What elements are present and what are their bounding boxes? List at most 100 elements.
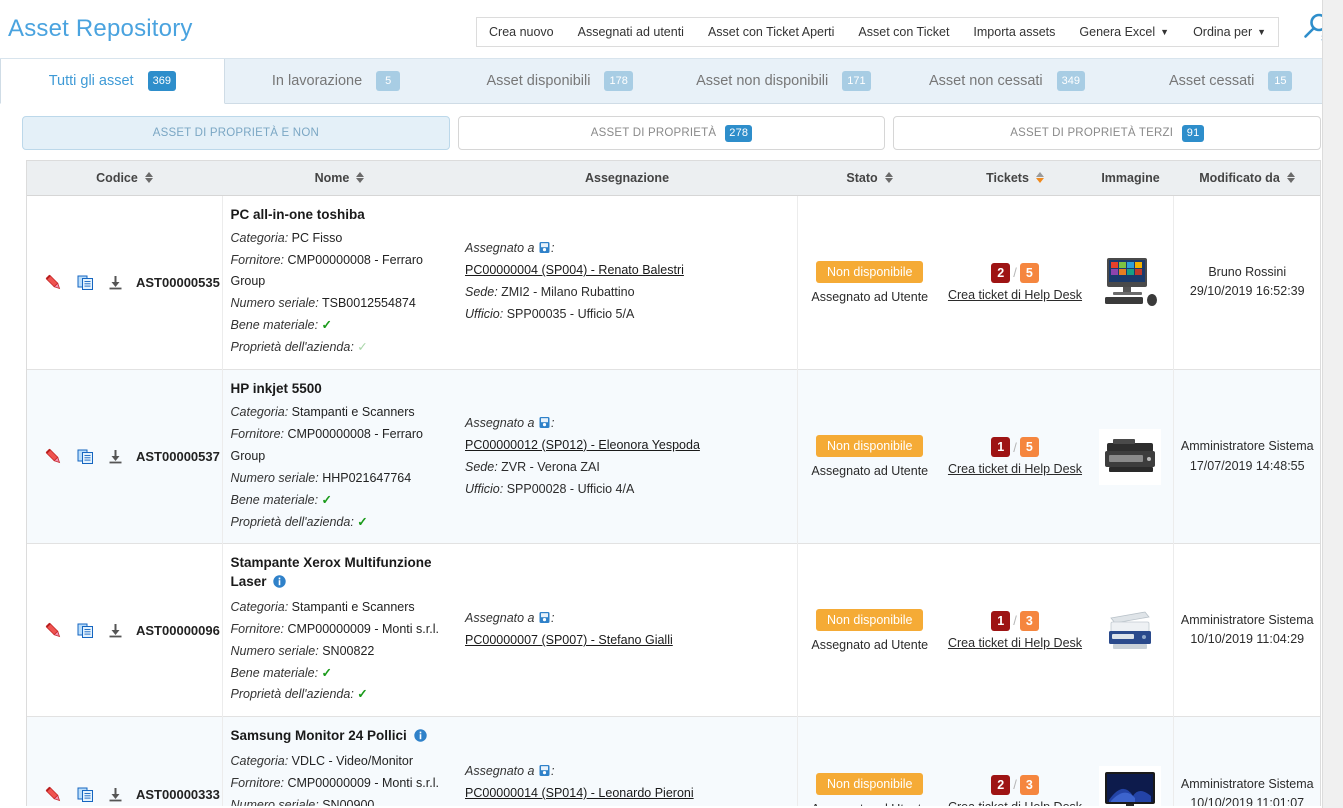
- meta-value-fornitore: CMP00000009 - Monti s.r.l.: [287, 776, 439, 791]
- asset-code: AST00000333: [136, 786, 220, 802]
- cell-nome: HP inkjet 5500 Categoria: Stampanti e Sc…: [222, 369, 457, 543]
- tab-asset-non-cessati[interactable]: Asset non cessati 349: [896, 59, 1120, 103]
- toolbar-importa-assets[interactable]: Importa assets: [961, 18, 1067, 46]
- tab-asset-non-disponibili[interactable]: Asset non disponibili 171: [672, 59, 896, 103]
- toolbar-asset-con-ticket[interactable]: Asset con Ticket: [846, 18, 961, 46]
- modified-at-timestamp: 29/10/2019 16:52:39: [1189, 284, 1305, 299]
- tab-in-lavorazione[interactable]: In lavorazione 5: [225, 59, 449, 103]
- cell-tickets: 2 / 5 Crea ticket di Help Desk: [942, 195, 1088, 369]
- toolbar-asset-con-ticket-aperti[interactable]: Asset con Ticket Aperti: [696, 18, 846, 46]
- tab-asset-disponibili[interactable]: Asset disponibili 178: [448, 59, 672, 103]
- edit-icon[interactable]: [43, 620, 64, 641]
- copy-icon[interactable]: [76, 785, 95, 804]
- cell-codice: AST00000333: [27, 716, 223, 806]
- copy-icon[interactable]: [76, 447, 95, 466]
- asset-name-text: Stampante Xerox Multifunzione Laser: [230, 555, 432, 589]
- toolbar-assegnati-ad-utenti[interactable]: Assegnati ad utenti: [566, 18, 696, 46]
- sort-toggle-tickets[interactable]: [1035, 172, 1044, 184]
- modified-at-timestamp: 10/10/2019 11:04:29: [1190, 632, 1305, 647]
- user-icon: [538, 241, 551, 255]
- column-header-stato[interactable]: Stato: [797, 161, 942, 196]
- tab-label: Tutti gli asset: [48, 73, 134, 89]
- filter-count-badge: 278: [725, 124, 753, 142]
- meta-label-numero-seriale: Numero seriale:: [230, 643, 319, 658]
- edit-icon[interactable]: [43, 784, 64, 805]
- tab-count-badge: 178: [604, 71, 633, 91]
- meta-label-proprieta: Proprietà dell'azienda:: [230, 340, 354, 355]
- assigned-user-link[interactable]: PC00000012 (SP012) - Eleonora Yespoda: [465, 435, 700, 457]
- asset-table: Codice Nome Assegnazione Stato Tickets I…: [27, 161, 1320, 806]
- tickets-separator: /: [1013, 777, 1017, 793]
- create-ticket-link[interactable]: Crea ticket di Help Desk: [948, 636, 1082, 650]
- column-header-modificato-da[interactable]: Modificato da: [1173, 161, 1320, 196]
- asset-meta: Categoria: VDLC - Video/Monitor Fornitor…: [231, 751, 454, 806]
- modified-by-name: Bruno Rossini: [1208, 264, 1287, 279]
- column-label: Modificato da: [1199, 170, 1280, 185]
- sort-toggle-nome[interactable]: [356, 172, 365, 184]
- assigned-user-link[interactable]: PC00000014 (SP014) - Leonardo Pieroni: [465, 783, 694, 805]
- assigned-user-link[interactable]: PC00000007 (SP007) - Stefano Gialli: [465, 630, 673, 652]
- toolbar-genera-excel[interactable]: Genera Excel ▼: [1067, 18, 1181, 46]
- download-icon[interactable]: [107, 786, 124, 803]
- asset-meta: Categoria: Stampanti e Scanners Fornitor…: [231, 597, 454, 706]
- filter-asset-di-proprieta-e-non[interactable]: ASSET DI PROPRIETÀ E NON: [22, 116, 450, 150]
- page-scrollbar[interactable]: [1322, 0, 1343, 808]
- sort-toggle-stato[interactable]: [884, 172, 893, 184]
- cell-tickets: 2 / 3 Crea ticket di Help Desk: [942, 717, 1088, 806]
- cell-assegnazione: Assegnato a : PC00000004 (SP004) - Renat…: [457, 195, 798, 370]
- toolbar-ordina-per[interactable]: Ordina per ▼: [1181, 18, 1278, 46]
- toolbar-crea-nuovo[interactable]: Crea nuovo: [477, 18, 566, 46]
- column-header-nome[interactable]: Nome: [222, 161, 457, 196]
- filter-asset-di-proprieta[interactable]: ASSET DI PROPRIETÀ 278: [457, 116, 886, 150]
- meta-label-categoria: Categoria:: [230, 754, 289, 769]
- copy-icon[interactable]: [76, 621, 95, 640]
- cell-assegnazione: Assegnato a : PC00000007 (SP007) - Stefa…: [457, 543, 798, 717]
- assign-value-ufficio: SPP00028 - Ufficio 4/A: [506, 481, 635, 496]
- tab-label: Asset cessati: [1168, 73, 1255, 89]
- info-icon[interactable]: [413, 729, 427, 747]
- create-ticket-link[interactable]: Crea ticket di Help Desk: [948, 288, 1082, 302]
- edit-icon[interactable]: [43, 272, 64, 293]
- cell-assegnazione: Assegnato a : PC00000012 (SP012) - Eleon…: [457, 369, 798, 544]
- assign-label-ufficio: Ufficio:: [465, 481, 504, 496]
- sort-toggle-modificato-da[interactable]: [1286, 172, 1295, 184]
- download-icon[interactable]: [107, 448, 124, 465]
- column-header-codice[interactable]: Codice: [27, 161, 222, 196]
- column-header-tickets[interactable]: Tickets: [942, 161, 1088, 196]
- assigned-user-link[interactable]: PC00000004 (SP004) - Renato Balestri: [465, 260, 684, 282]
- meta-value-numero-seriale: SN00900: [322, 798, 375, 806]
- tickets-total-badge: 5: [1019, 437, 1039, 458]
- modified-at-timestamp: 17/07/2019 14:48:55: [1189, 458, 1305, 473]
- tab-asset-cessati[interactable]: Asset cessati 15: [1119, 59, 1343, 103]
- download-icon[interactable]: [107, 274, 124, 291]
- download-icon[interactable]: [107, 622, 124, 639]
- tab-label: Asset disponibili: [486, 73, 591, 89]
- cell-stato: Non disponibile Assegnato ad Utente: [797, 195, 942, 369]
- tickets-open-badge: 2: [991, 774, 1011, 795]
- user-icon: [538, 416, 551, 430]
- tickets-open-badge: 2: [991, 262, 1011, 283]
- cell-nome: Samsung Monitor 24 Pollici Categoria: VD…: [222, 717, 457, 806]
- info-icon[interactable]: [273, 574, 286, 593]
- page-header: Asset Repository Crea nuovo Assegnati ad…: [0, 0, 1343, 58]
- meta-value-bene-materiale: ✓: [321, 665, 333, 680]
- assign-label: Assegnato a: [465, 764, 535, 779]
- create-ticket-link[interactable]: Crea ticket di Help Desk: [948, 462, 1082, 476]
- edit-icon[interactable]: [43, 446, 64, 467]
- meta-label-numero-seriale: Numero seriale:: [230, 470, 319, 485]
- asset-table-container: Codice Nome Assegnazione Stato Tickets I…: [26, 160, 1321, 806]
- chevron-down-icon: ▼: [1160, 26, 1170, 37]
- cell-codice: AST00000096: [27, 543, 223, 717]
- asset-repository-page: Asset Repository Crea nuovo Assegnati ad…: [0, 0, 1343, 808]
- meta-label-fornitore: Fornitore:: [230, 252, 285, 267]
- tab-tutti-gli-asset[interactable]: Tutti gli asset 369: [0, 59, 225, 104]
- filter-asset-di-proprieta-terzi[interactable]: ASSET DI PROPRIETÀ TERZI 91: [893, 116, 1322, 150]
- copy-icon[interactable]: [76, 273, 95, 292]
- sort-toggle-codice[interactable]: [144, 172, 153, 184]
- cell-immagine: [1088, 717, 1173, 806]
- toolbar-label: Genera Excel: [1079, 25, 1156, 39]
- create-ticket-link[interactable]: Crea ticket di Help Desk: [948, 800, 1082, 806]
- table-row: AST00000535 PC all-in-one toshiba Catego…: [27, 195, 1320, 370]
- meta-value-categoria: VDLC - Video/Monitor: [291, 754, 414, 769]
- column-label: Codice: [96, 170, 138, 185]
